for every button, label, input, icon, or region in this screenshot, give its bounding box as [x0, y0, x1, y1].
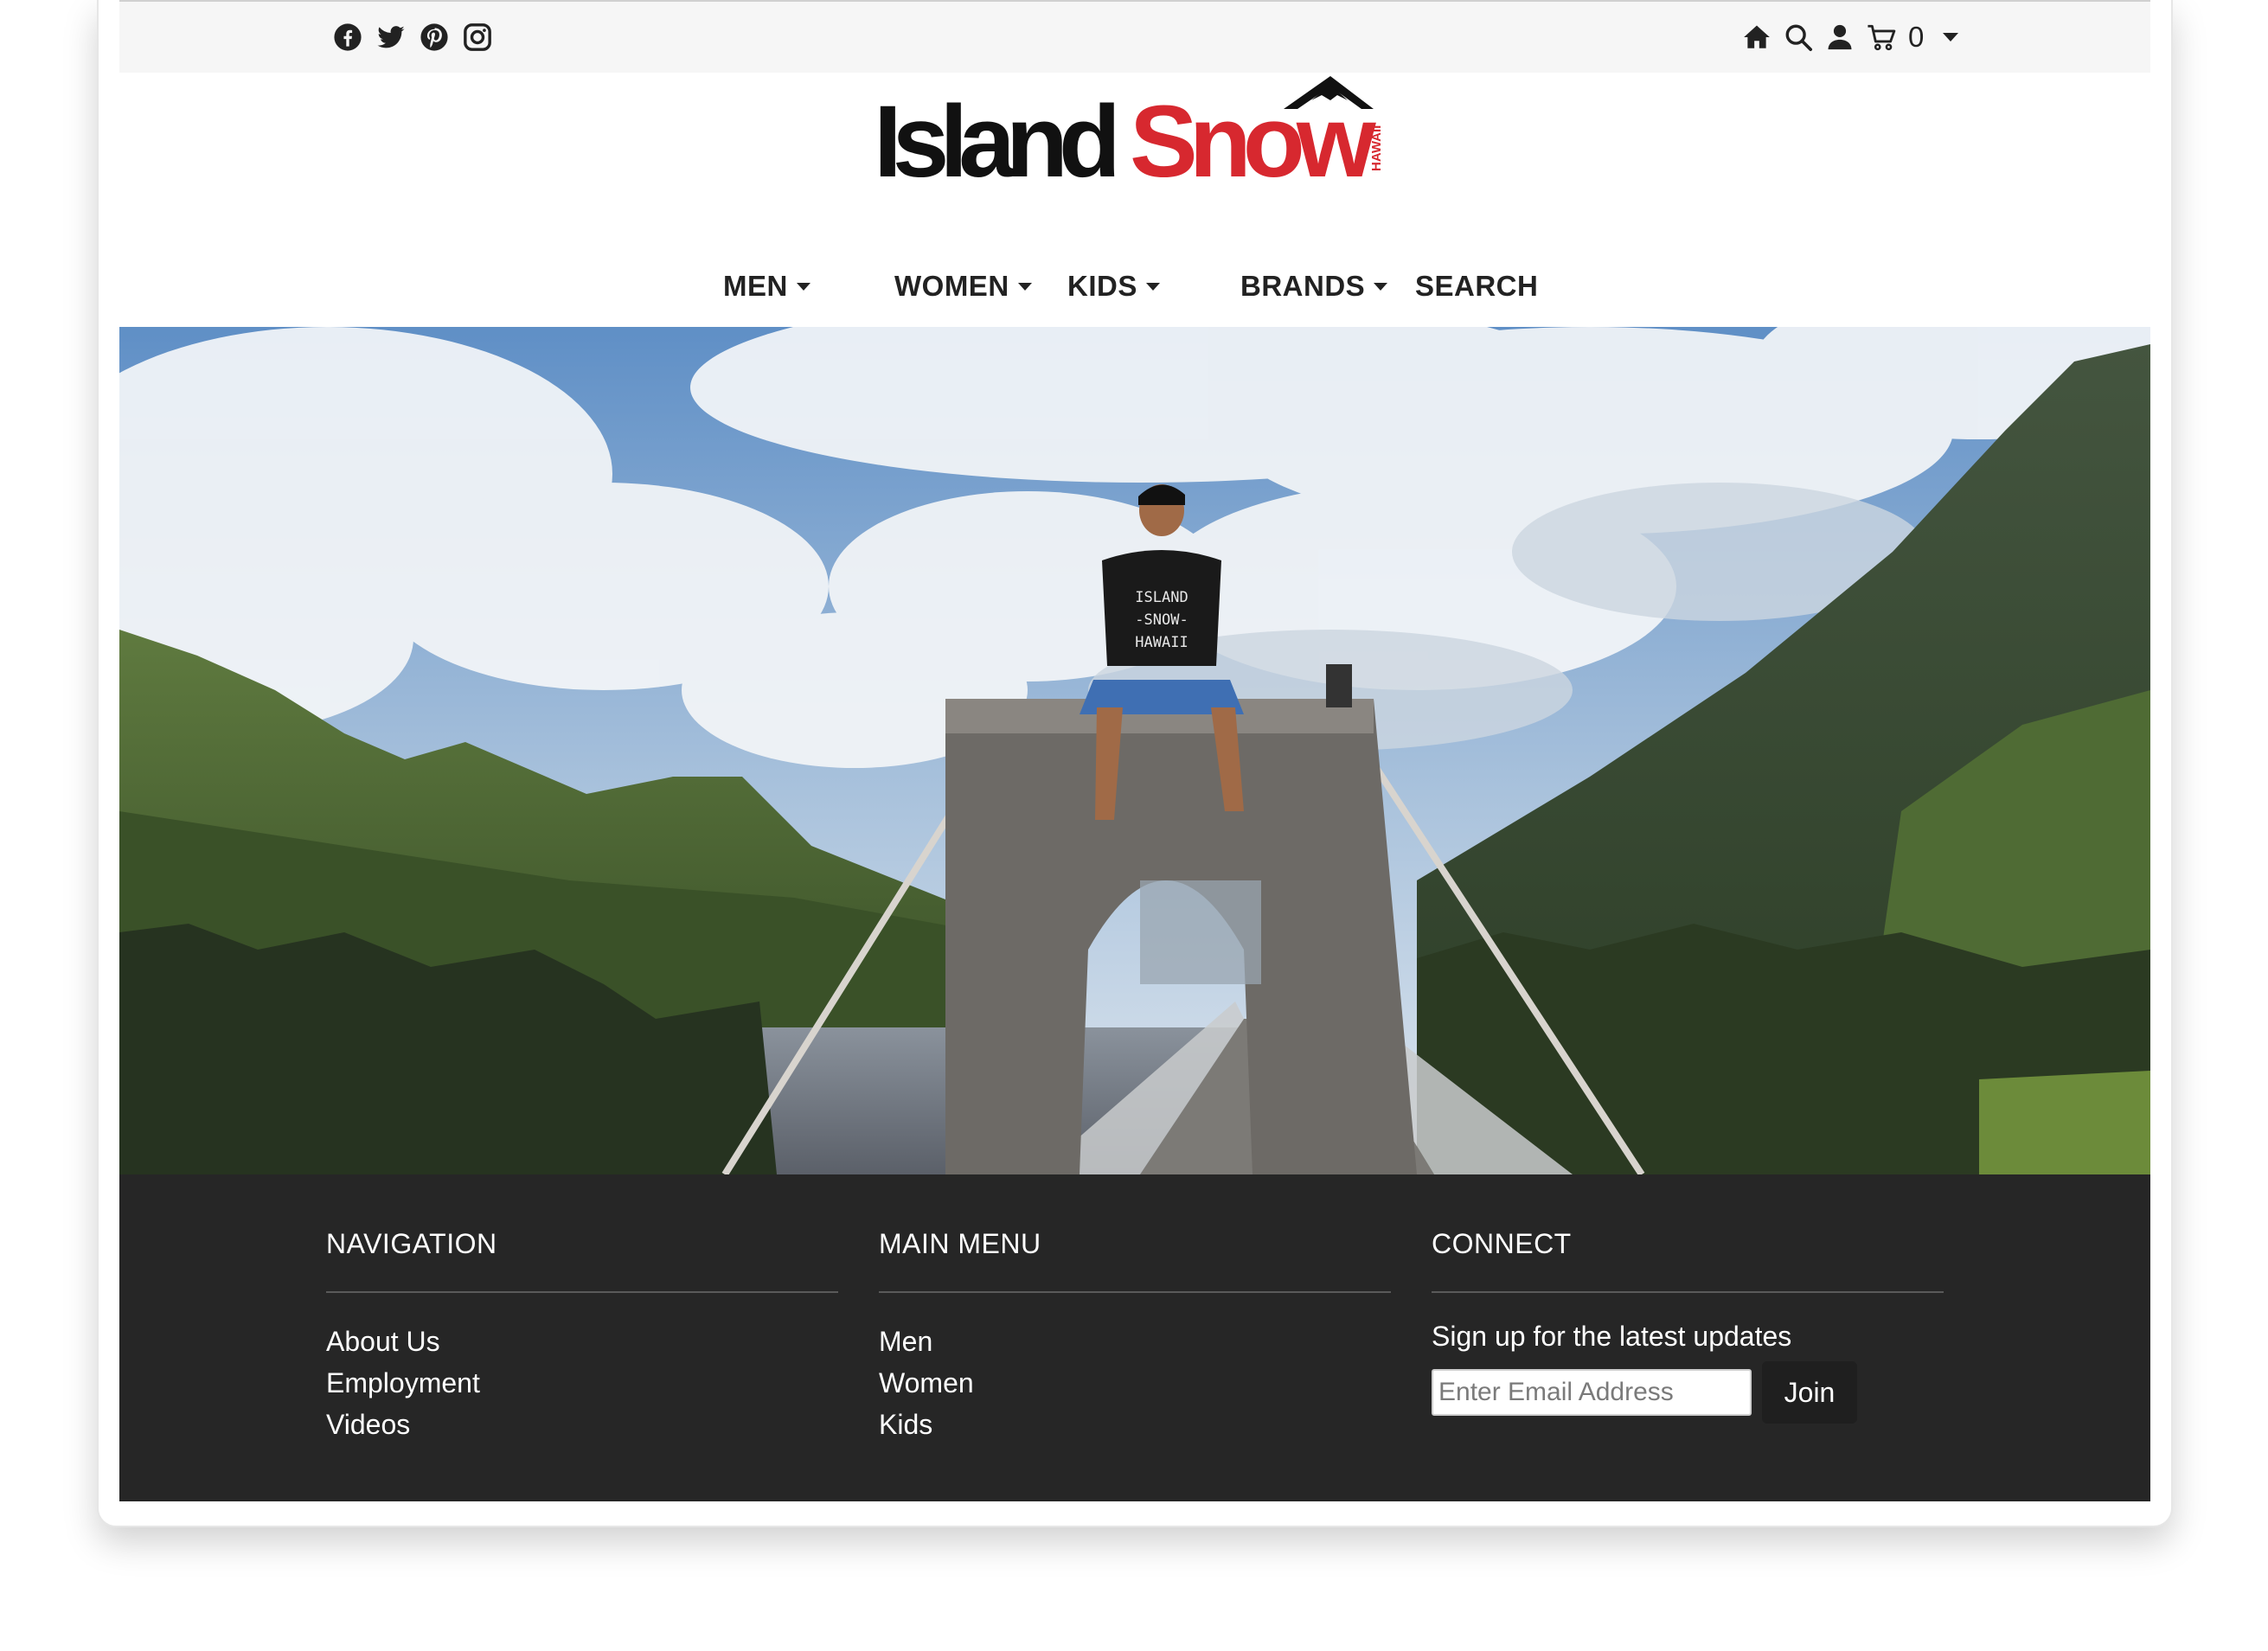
logo-snow-text: Snow [1130, 85, 1377, 187]
site-logo[interactable]: Island Snow HAWAII [874, 74, 1393, 199]
twitter-icon[interactable] [375, 21, 407, 54]
chevron-down-icon [1145, 282, 1160, 291]
hero-image: ISLAND -SNOW- HAWAII [119, 327, 2150, 1174]
signup-form: Join [1432, 1361, 1944, 1424]
footer-main-menu-heading: MAIN MENU [879, 1228, 1391, 1293]
social-links [331, 21, 494, 54]
shirt-text-line3: HAWAII [1135, 634, 1188, 651]
nav-men-label: MEN [723, 270, 788, 302]
logo-island-text: Island [874, 85, 1115, 187]
cart-dropdown-icon[interactable] [1943, 33, 1959, 42]
shirt-text-line2: -SNOW- [1135, 611, 1188, 629]
user-icon[interactable] [1823, 21, 1856, 54]
footer-connect-heading: CONNECT [1432, 1228, 1944, 1293]
footer-navigation: NAVIGATION About Us Employment Videos [326, 1228, 838, 1445]
cart-count[interactable]: 0 [1908, 21, 1924, 54]
site-footer: NAVIGATION About Us Employment Videos MA… [119, 1174, 2150, 1501]
pinterest-icon[interactable] [418, 21, 451, 54]
footer-main-menu: MAIN MENU Men Women Kids [879, 1228, 1391, 1445]
footer-navigation-heading: NAVIGATION [326, 1228, 838, 1293]
nav-men[interactable]: MEN [723, 270, 810, 303]
nav-search-label: SEARCH [1415, 270, 1539, 302]
nav-kids-label: KIDS [1067, 270, 1137, 302]
footer-link-men[interactable]: Men [879, 1321, 1391, 1362]
utility-links: 0 [1740, 21, 1959, 54]
footer-link-kids[interactable]: Kids [879, 1404, 1391, 1445]
shirt-text-line1: ISLAND [1135, 589, 1188, 606]
footer-connect: CONNECT Sign up for the latest updates J… [1432, 1228, 1944, 1424]
email-input[interactable] [1432, 1369, 1752, 1416]
nav-women-label: WOMEN [894, 270, 1009, 302]
instagram-icon[interactable] [461, 21, 494, 54]
facebook-icon[interactable] [331, 21, 364, 54]
footer-link-videos[interactable]: Videos [326, 1404, 838, 1445]
nav-kids[interactable]: KIDS [1067, 270, 1160, 303]
search-icon[interactable] [1782, 21, 1815, 54]
join-button[interactable]: Join [1762, 1361, 1857, 1424]
chevron-down-icon [1374, 282, 1388, 291]
logo-tagline: HAWAII [1369, 125, 1384, 171]
chevron-down-icon [796, 282, 810, 291]
nav-brands-label: BRANDS [1240, 270, 1366, 302]
browser-window: 0 Island Snow HAWAII MEN WOMEN KIDS BRAN… [97, 0, 2173, 1527]
signup-subtitle: Sign up for the latest updates [1432, 1321, 1792, 1352]
nav-brands[interactable]: BRANDS [1240, 270, 1388, 303]
footer-link-about-us[interactable]: About Us [326, 1321, 838, 1362]
hero-banner: ISLAND -SNOW- HAWAII [119, 327, 2150, 1174]
main-nav: MEN WOMEN KIDS BRANDS SEARCH [119, 259, 2150, 320]
home-icon[interactable] [1740, 21, 1773, 54]
footer-link-women[interactable]: Women [879, 1362, 1391, 1404]
cart-icon[interactable] [1865, 21, 1898, 54]
top-bar: 0 [119, 0, 2150, 73]
nav-women[interactable]: WOMEN [894, 270, 1032, 303]
footer-link-employment[interactable]: Employment [326, 1362, 838, 1404]
chevron-down-icon [1017, 282, 1032, 291]
nav-search[interactable]: SEARCH [1415, 270, 1538, 303]
